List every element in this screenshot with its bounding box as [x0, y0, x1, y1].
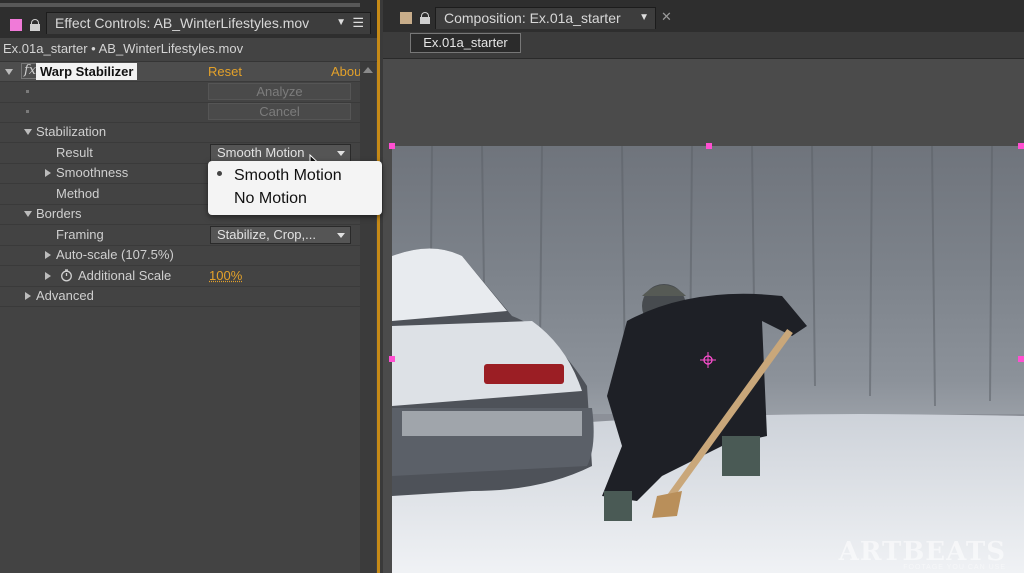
advanced-label: Advanced — [36, 288, 94, 303]
cancel-button[interactable]: Cancel — [208, 103, 351, 120]
expand-effect-icon[interactable] — [5, 69, 13, 75]
layer-handle[interactable] — [1018, 356, 1024, 362]
expand-borders-icon[interactable] — [24, 211, 32, 217]
method-label: Method — [56, 186, 100, 201]
autoscale-label: Auto-scale (107.5%) — [56, 247, 174, 262]
close-icon[interactable]: ✕ — [661, 9, 672, 25]
scroll-up-icon[interactable] — [363, 67, 373, 73]
selected-bullet-icon — [217, 171, 222, 176]
active-panel-edge — [377, 0, 380, 573]
additional-scale-label: Additional Scale — [78, 268, 172, 283]
tab-effect-controls[interactable]: Effect Controls: AB_WinterLifestyles.mov… — [46, 12, 371, 34]
smoothness-label: Smoothness — [56, 165, 129, 180]
chevron-down-icon — [337, 151, 345, 156]
result-label: Result — [56, 145, 93, 160]
watermark-logo: ARTBEATS — [838, 537, 1006, 567]
additional-scale-row — [0, 266, 360, 287]
expand-smoothness-icon[interactable] — [45, 169, 51, 177]
stopwatch-icon[interactable] — [60, 269, 73, 282]
breadcrumb-text: Ex.01a_starter • AB_WinterLifestyles.mov — [3, 41, 244, 56]
expand-autoscale-icon[interactable] — [45, 251, 51, 259]
reset-link[interactable]: Reset — [208, 63, 242, 80]
borders-label: Borders — [36, 206, 82, 221]
comp-color-swatch — [400, 12, 412, 24]
scrollbar[interactable] — [360, 62, 376, 573]
breadcrumb: Ex.01a_starter • AB_WinterLifestyles.mov — [0, 38, 380, 62]
menu-item-smooth-motion[interactable]: Smooth Motion — [234, 165, 342, 187]
about-link[interactable]: Abou — [331, 63, 360, 80]
lock-icon[interactable] — [30, 19, 40, 31]
expand-advanced-icon[interactable] — [25, 292, 31, 300]
layer-handle[interactable] — [389, 143, 395, 149]
panel-drag-strip[interactable] — [0, 3, 360, 7]
framing-dropdown[interactable]: Stabilize, Crop,... — [210, 226, 351, 244]
tab-composition[interactable]: Composition: Ex.01a_starter ▼ — [435, 7, 656, 29]
tab-dropdown-icon[interactable]: ▼ — [639, 8, 649, 28]
menu-item-no-motion[interactable]: No Motion — [234, 188, 307, 210]
framing-dropdown-value: Stabilize, Crop,... — [217, 227, 316, 242]
result-options-menu: Smooth Motion No Motion — [208, 161, 382, 215]
row-marker-icon — [26, 110, 29, 113]
comp-breadcrumb-chip[interactable]: Ex.01a_starter — [410, 33, 521, 53]
result-dropdown-value: Smooth Motion — [217, 145, 305, 160]
expand-stabilization-icon[interactable] — [24, 129, 32, 135]
stabilization-label: Stabilization — [36, 124, 107, 139]
layer-handle[interactable] — [706, 143, 712, 149]
effect-name[interactable]: Warp Stabilizer — [36, 63, 138, 80]
layer-handle[interactable] — [389, 356, 395, 362]
lock-icon[interactable] — [420, 12, 430, 24]
watermark-tagline: FOOTAGE YOU CAN USE — [903, 564, 1006, 571]
panel-menu-icon[interactable]: ☰ — [352, 13, 364, 33]
chevron-down-icon — [337, 233, 345, 238]
expand-additional-scale-icon[interactable] — [45, 272, 51, 280]
tab-dropdown-icon[interactable]: ▼ — [336, 13, 346, 33]
analyze-button[interactable]: Analyze — [208, 83, 351, 100]
label-color-swatch — [10, 19, 22, 31]
additional-scale-value[interactable]: 100% — [209, 266, 242, 286]
row-marker-icon — [26, 90, 29, 93]
tab-effect-controls-label: Effect Controls: AB_WinterLifestyles.mov — [55, 15, 310, 31]
layer-handle[interactable] — [1018, 143, 1024, 149]
anchor-point-icon[interactable] — [700, 352, 716, 368]
result-dropdown[interactable]: Smooth Motion — [210, 144, 351, 162]
autoscale-row — [0, 245, 360, 266]
framing-label: Framing — [56, 227, 104, 242]
tab-composition-label: Composition: Ex.01a_starter — [444, 10, 621, 26]
